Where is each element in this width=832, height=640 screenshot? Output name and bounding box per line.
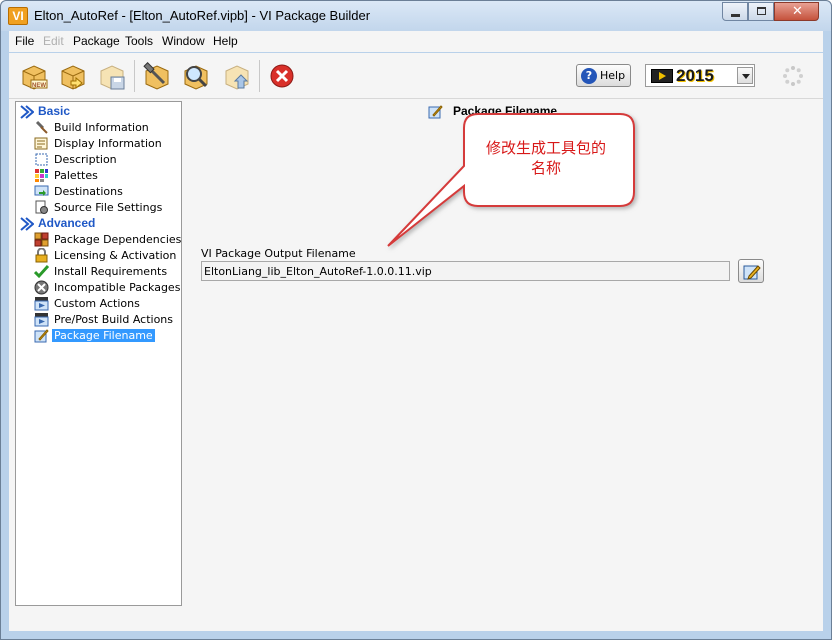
lock-icon: [35, 248, 48, 263]
annotation-line: 修改生成工具包的: [485, 139, 606, 157]
close-icon: ✕: [792, 4, 803, 19]
source-file-icon: [35, 200, 48, 214]
labview-version-select[interactable]: 2015: [645, 64, 755, 87]
save-package-icon: [100, 65, 125, 90]
build-actions-icon: [34, 313, 49, 327]
destination-icon: [34, 185, 49, 196]
version-value: 2015: [676, 66, 714, 85]
stop-button[interactable]: [267, 61, 297, 91]
filename-icon: [34, 329, 49, 343]
chevron-right-icon: [20, 105, 34, 119]
publish-package-button[interactable]: [222, 61, 252, 91]
menu-package[interactable]: Package: [73, 34, 120, 48]
edit-filename-button[interactable]: [738, 259, 764, 283]
palette-icon: [35, 169, 48, 182]
build-package-button[interactable]: [142, 61, 172, 91]
browse-package-button[interactable]: [181, 61, 211, 91]
settings-nav: Basic Build Information Display Informat…: [15, 101, 182, 606]
display-info-icon: [34, 137, 48, 150]
main-content: Basic Build Information Display Informat…: [9, 99, 823, 631]
window-title: Elton_AutoRef - [Elton_AutoRef.vipb] - V…: [34, 8, 371, 23]
minimize-icon: [731, 14, 740, 17]
nav-item-label: Destinations: [54, 185, 123, 198]
nav-item-label: Package Filename: [52, 329, 155, 342]
help-icon: ?: [581, 68, 597, 84]
labview-icon: [651, 69, 673, 83]
nav-item-label: Package Dependencies: [54, 233, 182, 246]
chevron-right-icon: [20, 217, 34, 231]
close-button[interactable]: ✕: [774, 2, 819, 21]
menu-help[interactable]: Help: [213, 34, 238, 48]
open-package-button[interactable]: [58, 61, 88, 91]
nav-item-label: Incompatible Packages: [54, 281, 181, 294]
description-icon: [35, 153, 48, 166]
nav-item-label: Description: [54, 153, 117, 166]
annotation-text: 修改生成工具包的 名称: [466, 138, 626, 178]
output-filename-label: VI Package Output Filename: [201, 247, 356, 260]
annotation-line: 名称: [530, 159, 561, 177]
nav-item-label: Display Information: [54, 137, 162, 150]
nav-item-label: Pre/Post Build Actions: [54, 313, 173, 326]
menu-edit[interactable]: Edit: [43, 34, 64, 48]
menu-window[interactable]: Window: [162, 34, 205, 48]
minimize-button[interactable]: [722, 2, 748, 21]
page-title: Package Filename: [453, 104, 558, 118]
nav-item-label: Install Requirements: [54, 265, 168, 278]
new-package-icon: NEW: [22, 65, 48, 90]
nav-item-label: Source File Settings: [54, 201, 163, 214]
dependencies-icon: [34, 232, 49, 247]
chevron-down-icon[interactable]: [737, 67, 753, 84]
title-bar: VI Elton_AutoRef - [Elton_AutoRef.vipb] …: [1, 1, 831, 31]
filename-icon: [428, 105, 443, 119]
toolbar: NEW ? Help 2015: [9, 53, 823, 99]
incompatible-icon: [34, 280, 49, 295]
new-package-button[interactable]: NEW: [19, 61, 49, 91]
save-package-button[interactable]: [97, 61, 127, 91]
nav-section-label: Advanced: [38, 216, 96, 230]
stop-icon: [270, 64, 294, 88]
edit-icon: [743, 265, 761, 280]
help-button[interactable]: ? Help: [576, 64, 631, 87]
toolbar-separator: [259, 60, 260, 92]
busy-spinner-icon: [782, 65, 804, 87]
menu-file[interactable]: File: [15, 34, 34, 48]
build-package-icon: [143, 62, 169, 90]
nav-item-label: Licensing & Activation: [54, 249, 177, 262]
app-window: VI Elton_AutoRef - [Elton_AutoRef.vipb] …: [0, 0, 832, 640]
maximize-icon: [757, 7, 766, 15]
hammer-icon: [35, 120, 48, 134]
menu-tools[interactable]: Tools: [125, 34, 153, 48]
open-package-icon: [61, 65, 85, 90]
checkmark-icon: [34, 264, 49, 279]
maximize-button[interactable]: [748, 2, 774, 21]
custom-actions-icon: [34, 297, 49, 311]
toolbar-separator: [134, 60, 135, 92]
svg-text:NEW: NEW: [32, 83, 46, 89]
vi-app-icon: VI: [8, 7, 28, 25]
publish-package-icon: [225, 65, 249, 90]
nav-section-label: Basic: [38, 104, 71, 118]
nav-item-label: Palettes: [54, 169, 98, 182]
help-label: Help: [600, 69, 626, 82]
output-filename-field[interactable]: [201, 261, 730, 281]
browse-package-icon: [184, 65, 208, 90]
nav-item-label: Build Information: [54, 121, 149, 134]
nav-item-label: Custom Actions: [54, 297, 140, 310]
menu-bar: File Edit Package Tools Window Help: [9, 31, 823, 52]
